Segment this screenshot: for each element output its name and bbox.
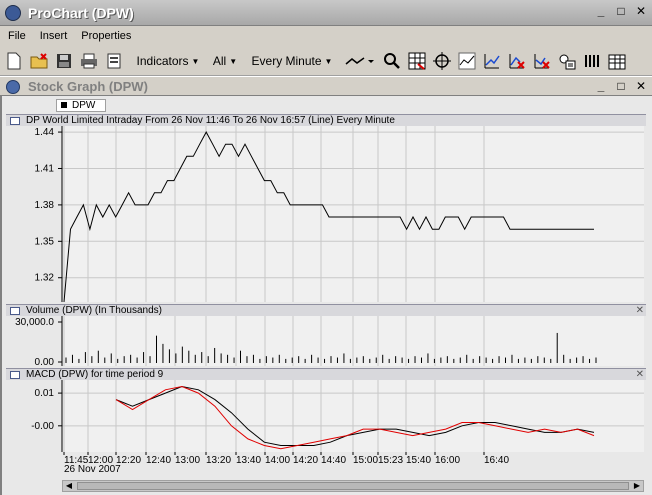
x-tick-label: 12:40 [146,455,171,466]
x-tick-label: 13:40 [236,455,261,466]
y-tick-label: 1.44 [35,127,55,138]
time-axis: 11:45 12:00 12:20 12:40 13:00 13:20 13:40 14:00… [63,452,509,475]
x-tick-label: 13:20 [206,455,231,466]
new-document-icon[interactable] [4,50,24,72]
panel-icon [10,307,20,315]
interval-dropdown[interactable]: Every Minute ▼ [250,50,334,72]
macd-chart[interactable]: 0.01 -0.00 [6,380,646,452]
x-tick-label: 15:00 [353,455,378,466]
macd-panel-close-icon[interactable]: ✕ [636,369,644,380]
legend-swatch [61,102,67,109]
line-style-dropdown-icon[interactable] [342,50,376,72]
x-tick-label: 16:40 [484,455,509,466]
zoom-icon[interactable] [381,50,403,72]
menu-file[interactable]: File [8,30,26,42]
maximize-icon[interactable]: □ [614,4,628,18]
table-view-icon[interactable] [406,50,428,72]
menu-bar: File Insert Properties [0,26,652,46]
print-preview-icon[interactable] [104,50,126,72]
volume-panel-header: Volume (DPW) (In Thousands) ✕ [6,304,646,316]
x-tick-label: 14:40 [321,455,346,466]
toolbar: Indicators ▼ All ▼ Every Minute ▼ [0,46,652,76]
x-tick-label: 15:40 [406,455,431,466]
remove-indicator-icon[interactable] [506,50,528,72]
doc-maximize-icon[interactable]: □ [614,79,628,93]
grid-chart-icon[interactable] [456,50,478,72]
volume-panel-title: Volume (DPW) (In Thousands) [26,305,162,316]
print-icon[interactable] [78,50,100,72]
properties-icon[interactable] [556,50,578,72]
scroll-left-icon[interactable]: ◀ [63,481,75,491]
axis-date-label: 26 Nov 2007 [64,464,121,475]
volume-panel-close-icon[interactable]: ✕ [636,305,644,316]
legend-label: DPW [72,100,96,111]
x-tick-label: 14:00 [265,455,290,466]
document-title-bar: Stock Graph (DPW) _ □ ✕ [0,76,652,96]
crosshair-icon[interactable] [431,50,453,72]
bars-icon[interactable] [581,50,603,72]
series-legend[interactable]: DPW [56,99,106,112]
x-tick-label: 14:20 [293,455,318,466]
y-tick-label: 30,000.0 [15,317,54,328]
remove-study-icon[interactable] [531,50,553,72]
volume-chart[interactable]: 30,000.0 0.00 [6,316,646,366]
open-folder-icon[interactable] [28,50,50,72]
doc-minimize-icon[interactable]: _ [594,79,608,93]
add-indicator-icon[interactable] [481,50,503,72]
doc-close-icon[interactable]: ✕ [634,79,648,93]
close-icon[interactable]: ✕ [634,4,648,18]
app-title-bar: ProChart (DPW) _ □ ✕ [0,0,652,26]
macd-panel-header: MACD (DPW) for time period 9 ✕ [6,368,646,380]
x-tick-label: 15:23 [378,455,403,466]
scroll-thumb[interactable] [77,482,629,490]
price-chart[interactable]: 1.44 1.41 1.38 1.35 1.32 [6,126,646,302]
all-dropdown[interactable]: All ▼ [210,50,240,72]
save-icon[interactable] [54,50,74,72]
x-tick-label: 16:00 [435,455,460,466]
menu-properties[interactable]: Properties [81,30,131,42]
y-tick-label: 1.32 [35,273,55,284]
y-tick-label: -0.00 [31,421,54,432]
price-panel-title: DP World Limited Intraday From 26 Nov 11… [26,115,395,126]
panel-icon [10,117,20,125]
y-tick-label: 1.38 [35,200,55,211]
panel-icon [10,371,20,379]
y-tick-label: 1.35 [35,236,55,247]
y-tick-label: 0.01 [35,388,55,399]
data-grid-icon[interactable] [606,50,628,72]
macd-panel-title: MACD (DPW) for time period 9 [26,369,164,380]
indicators-dropdown[interactable]: Indicators ▼ [136,50,200,72]
document-title: Stock Graph (DPW) [28,79,148,94]
y-tick-label: 1.41 [35,163,55,174]
horizontal-scrollbar[interactable]: ◀ ▶ [62,480,644,492]
app-logo-icon [5,5,21,21]
menu-insert[interactable]: Insert [40,30,68,42]
document-icon [6,80,20,94]
price-panel-header: DP World Limited Intraday From 26 Nov 11… [6,114,646,126]
y-tick-label: 0.00 [35,357,55,366]
app-title: ProChart (DPW) [28,5,134,21]
x-tick-label: 13:00 [175,455,200,466]
minimize-icon[interactable]: _ [594,4,608,18]
scroll-right-icon[interactable]: ▶ [631,481,643,491]
